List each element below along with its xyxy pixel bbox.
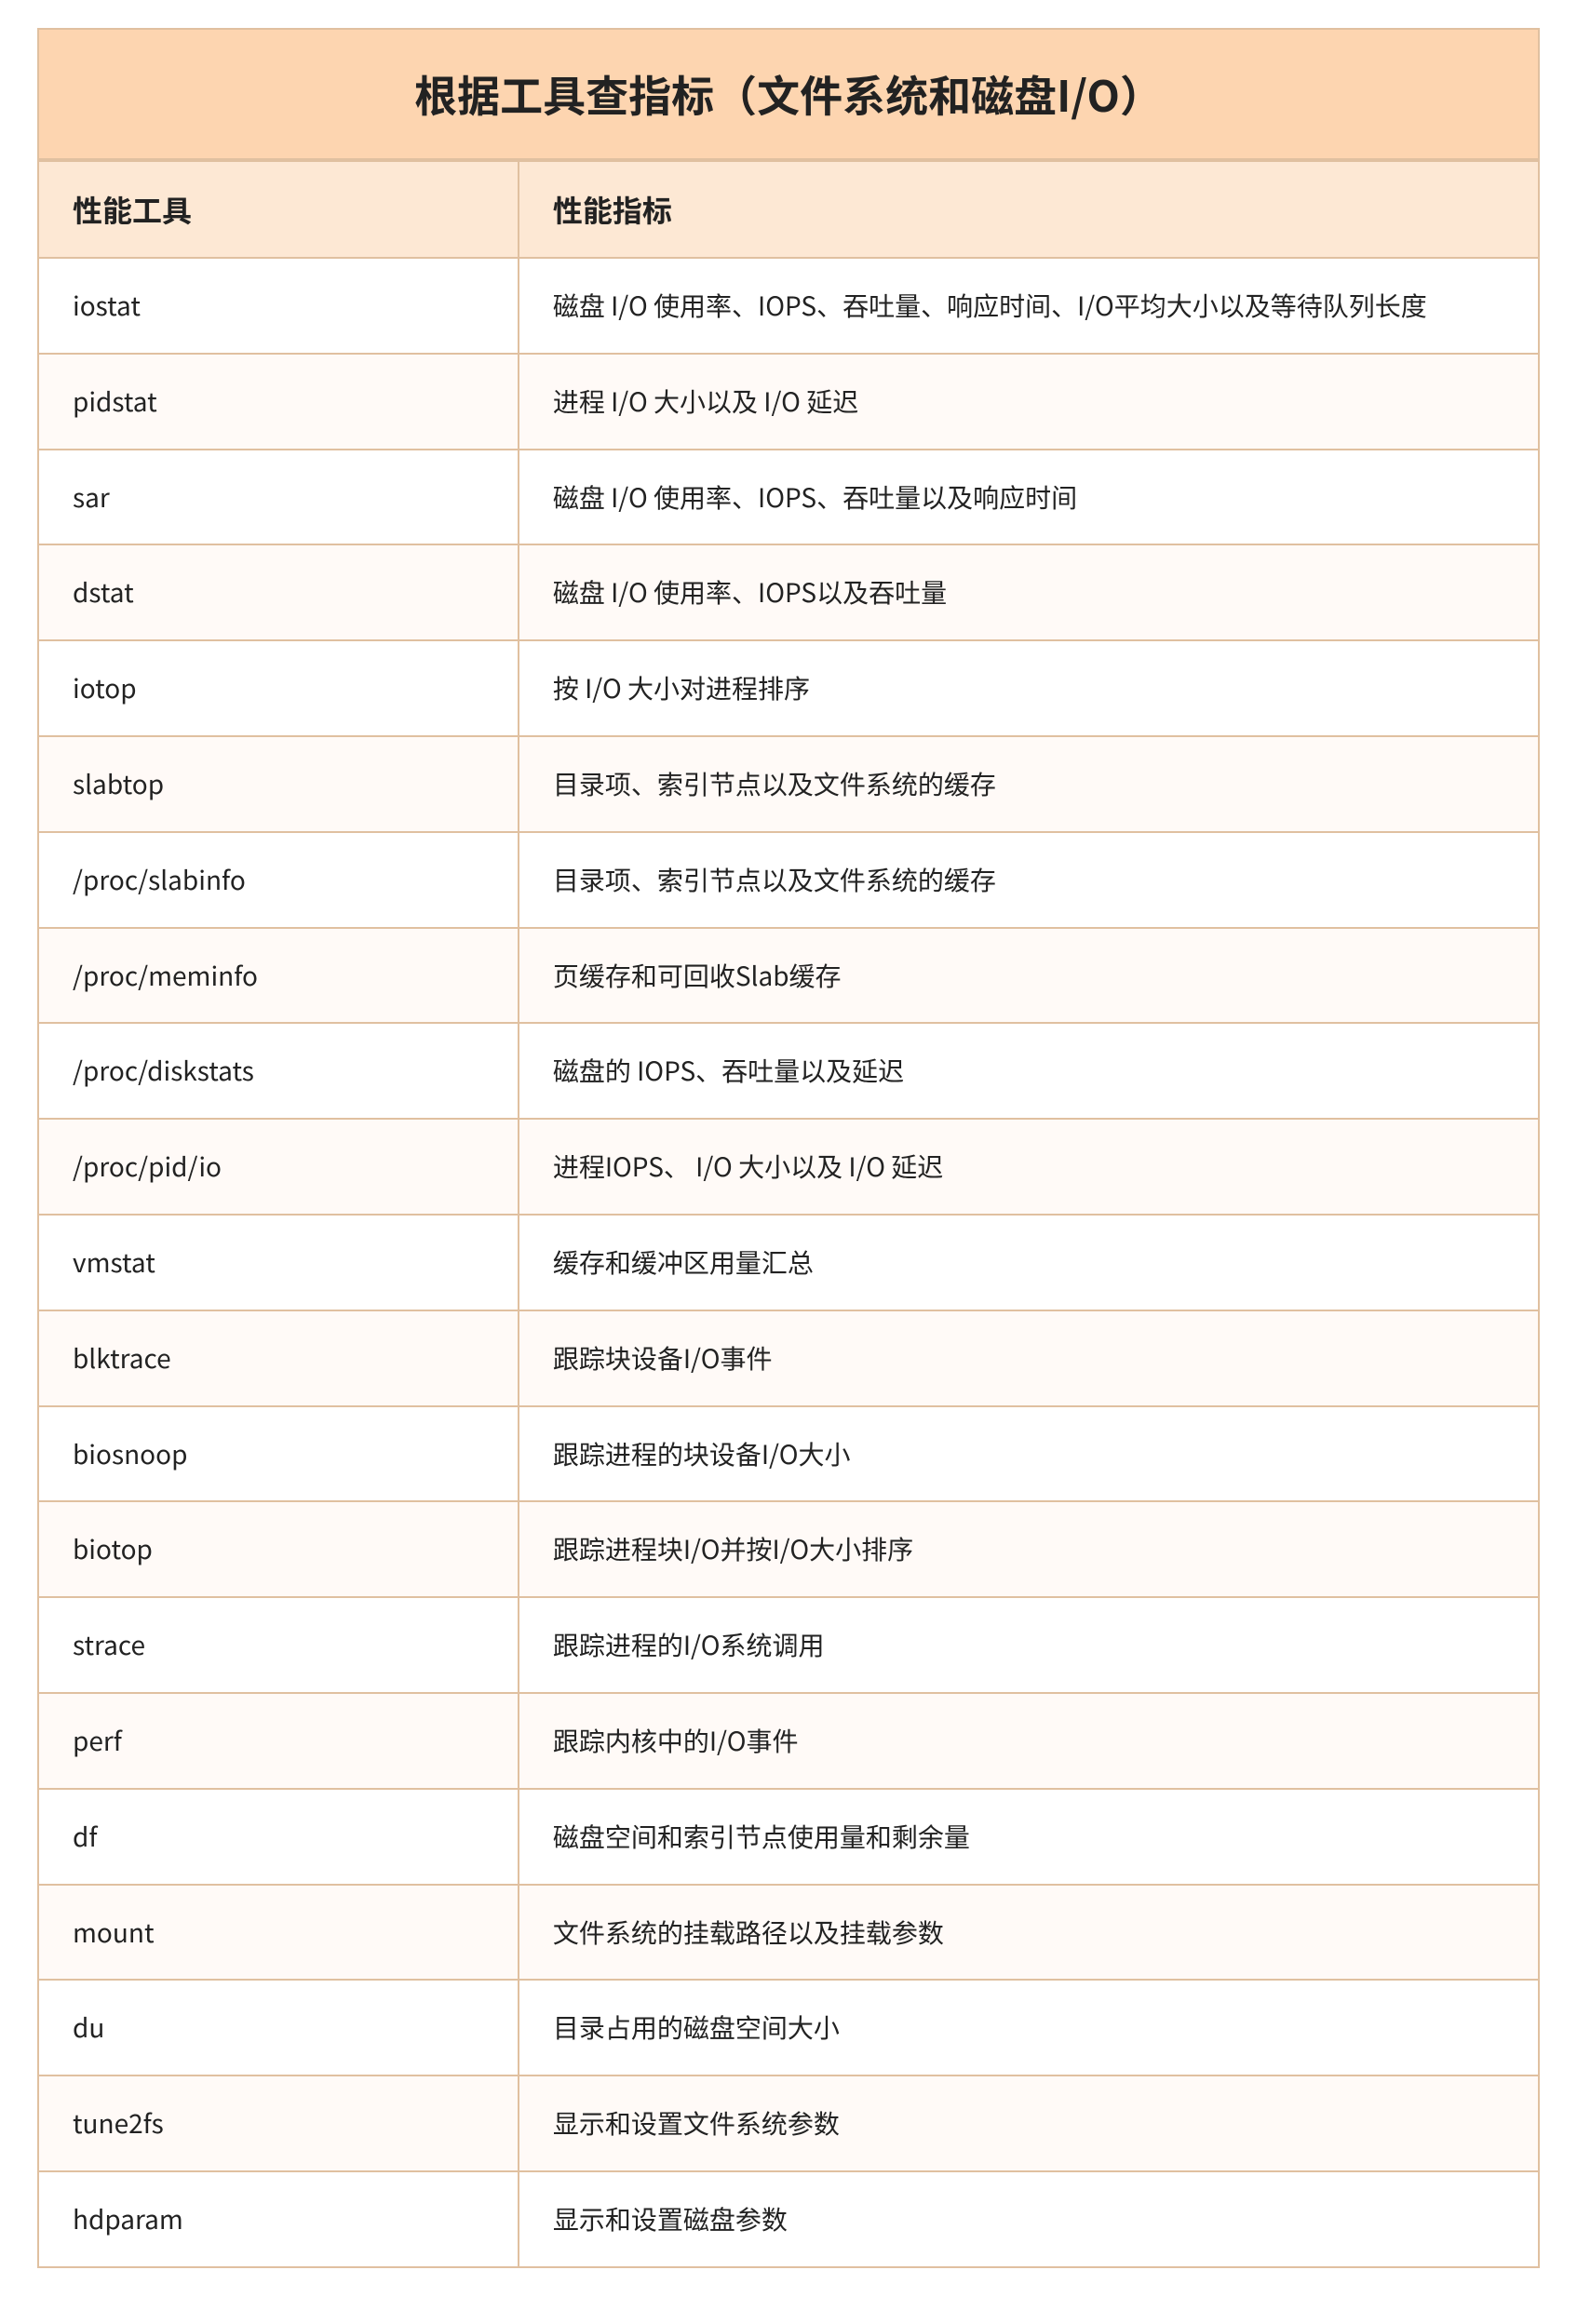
cell-metric: 目录项、索引节点以及文件系统的缓存: [519, 736, 1539, 832]
cell-tool: biotop: [38, 1501, 519, 1597]
cell-tool: df: [38, 1789, 519, 1885]
cell-tool: slabtop: [38, 736, 519, 832]
table-row: sar磁盘 I/O 使用率、IOPS、吞吐量以及响应时间: [38, 450, 1539, 545]
table-body: iostat磁盘 I/O 使用率、IOPS、吞吐量、响应时间、I/O平均大小以及…: [38, 258, 1539, 2267]
table-row: dstat磁盘 I/O 使用率、IOPS以及吞吐量: [38, 544, 1539, 640]
table-row: du目录占用的磁盘空间大小: [38, 1980, 1539, 2075]
col-header-metric: 性能指标: [519, 161, 1539, 258]
table-row: blktrace跟踪块设备I/O事件: [38, 1310, 1539, 1406]
cell-metric: 跟踪进程的块设备I/O大小: [519, 1406, 1539, 1502]
col-header-tool: 性能工具: [38, 161, 519, 258]
table-row: biotop跟踪进程块I/O并按I/O大小排序: [38, 1501, 1539, 1597]
table-row: tune2fs显示和设置文件系统参数: [38, 2075, 1539, 2171]
cell-tool: sar: [38, 450, 519, 545]
table-row: iostat磁盘 I/O 使用率、IOPS、吞吐量、响应时间、I/O平均大小以及…: [38, 258, 1539, 354]
cell-metric: 缓存和缓冲区用量汇总: [519, 1215, 1539, 1310]
cell-metric: 跟踪进程块I/O并按I/O大小排序: [519, 1501, 1539, 1597]
cell-metric: 磁盘 I/O 使用率、IOPS以及吞吐量: [519, 544, 1539, 640]
cell-metric: 页缓存和可回收Slab缓存: [519, 928, 1539, 1024]
table-row: /proc/meminfo页缓存和可回收Slab缓存: [38, 928, 1539, 1024]
table-row: /proc/pid/io进程IOPS、 I/O 大小以及 I/O 延迟: [38, 1119, 1539, 1215]
cell-tool: vmstat: [38, 1215, 519, 1310]
cell-metric: 目录占用的磁盘空间大小: [519, 1980, 1539, 2075]
table-row: perf跟踪内核中的I/O事件: [38, 1693, 1539, 1789]
cell-metric: 进程IOPS、 I/O 大小以及 I/O 延迟: [519, 1119, 1539, 1215]
cell-tool: biosnoop: [38, 1406, 519, 1502]
cell-tool: strace: [38, 1597, 519, 1693]
table-row: pidstat进程 I/O 大小以及 I/O 延迟: [38, 354, 1539, 450]
cell-tool: hdparam: [38, 2171, 519, 2267]
cell-metric: 磁盘 I/O 使用率、IOPS、吞吐量以及响应时间: [519, 450, 1539, 545]
cell-metric: 进程 I/O 大小以及 I/O 延迟: [519, 354, 1539, 450]
cell-metric: 磁盘的 IOPS、吞吐量以及延迟: [519, 1023, 1539, 1119]
cell-metric: 跟踪块设备I/O事件: [519, 1310, 1539, 1406]
cell-metric: 跟踪进程的I/O系统调用: [519, 1597, 1539, 1693]
table-row: /proc/diskstats磁盘的 IOPS、吞吐量以及延迟: [38, 1023, 1539, 1119]
table-row: /proc/slabinfo目录项、索引节点以及文件系统的缓存: [38, 832, 1539, 928]
cell-metric: 跟踪内核中的I/O事件: [519, 1693, 1539, 1789]
table-row: strace跟踪进程的I/O系统调用: [38, 1597, 1539, 1693]
metrics-table: 性能工具 性能指标 iostat磁盘 I/O 使用率、IOPS、吞吐量、响应时间…: [37, 160, 1540, 2268]
table-row: biosnoop跟踪进程的块设备I/O大小: [38, 1406, 1539, 1502]
cell-tool: du: [38, 1980, 519, 2075]
cell-tool: /proc/pid/io: [38, 1119, 519, 1215]
cell-tool: /proc/diskstats: [38, 1023, 519, 1119]
cell-metric: 磁盘 I/O 使用率、IOPS、吞吐量、响应时间、I/O平均大小以及等待队列长度: [519, 258, 1539, 354]
page-wrapper: 根据工具查指标（文件系统和磁盘I/O） 性能工具 性能指标 iostat磁盘 I…: [0, 0, 1577, 2324]
cell-tool: dstat: [38, 544, 519, 640]
table-row: slabtop目录项、索引节点以及文件系统的缓存: [38, 736, 1539, 832]
cell-metric: 文件系统的挂载路径以及挂载参数: [519, 1885, 1539, 1981]
cell-tool: /proc/meminfo: [38, 928, 519, 1024]
cell-metric: 磁盘空间和索引节点使用量和剩余量: [519, 1789, 1539, 1885]
cell-metric: 显示和设置文件系统参数: [519, 2075, 1539, 2171]
table-row: vmstat缓存和缓冲区用量汇总: [38, 1215, 1539, 1310]
cell-tool: pidstat: [38, 354, 519, 450]
table-row: mount文件系统的挂载路径以及挂载参数: [38, 1885, 1539, 1981]
cell-metric: 目录项、索引节点以及文件系统的缓存: [519, 832, 1539, 928]
cell-tool: perf: [38, 1693, 519, 1789]
cell-tool: mount: [38, 1885, 519, 1981]
cell-tool: iotop: [38, 640, 519, 736]
table-row: df磁盘空间和索引节点使用量和剩余量: [38, 1789, 1539, 1885]
cell-tool: tune2fs: [38, 2075, 519, 2171]
cell-tool: blktrace: [38, 1310, 519, 1406]
table-header-row: 性能工具 性能指标: [38, 161, 1539, 258]
table-row: iotop按 I/O 大小对进程排序: [38, 640, 1539, 736]
cell-tool: /proc/slabinfo: [38, 832, 519, 928]
cell-metric: 显示和设置磁盘参数: [519, 2171, 1539, 2267]
cell-tool: iostat: [38, 258, 519, 354]
cell-metric: 按 I/O 大小对进程排序: [519, 640, 1539, 736]
page-title: 根据工具查指标（文件系统和磁盘I/O）: [37, 28, 1540, 160]
table-row: hdparam显示和设置磁盘参数: [38, 2171, 1539, 2267]
